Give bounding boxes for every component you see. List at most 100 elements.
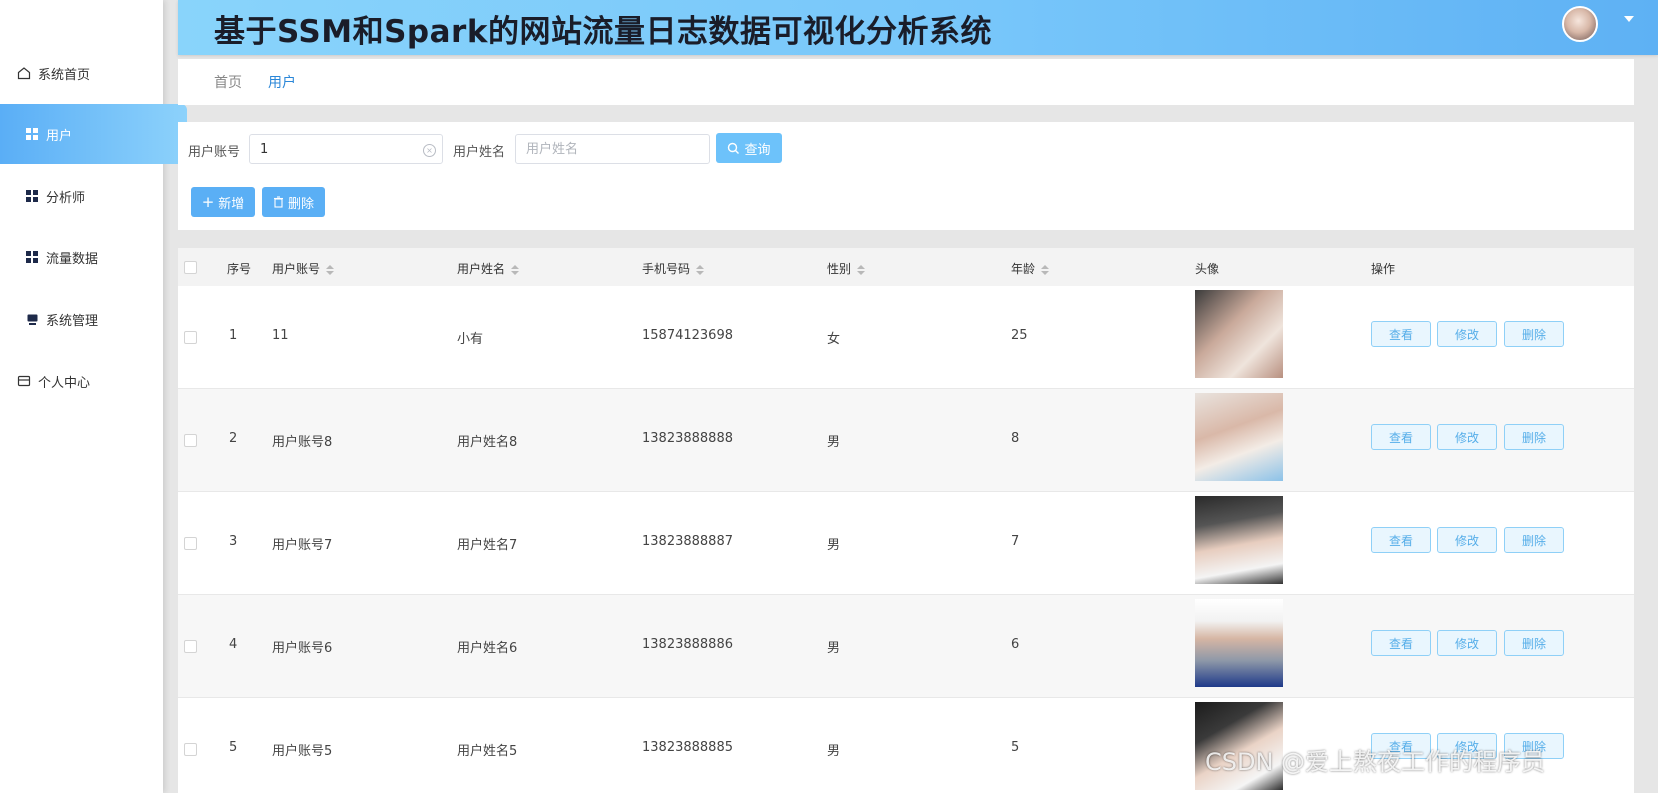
table-row: 2 用户账号8 用户姓名8 13823888888 男 8 查看 修改 删除	[178, 389, 1634, 492]
cell-name: 小有	[457, 332, 484, 347]
name-label: 用户姓名	[453, 145, 506, 160]
avatar-photo	[1195, 496, 1283, 584]
edit-button[interactable]: 修改	[1437, 527, 1497, 553]
cell-index: 4	[229, 637, 238, 652]
breadcrumb-current: 用户	[268, 75, 296, 91]
account-label: 用户账号	[188, 145, 241, 160]
sidebar-item-label: 系统首页	[38, 67, 91, 83]
cell-index: 1	[229, 328, 238, 343]
view-button[interactable]: 查看	[1371, 424, 1431, 450]
row-checkbox[interactable]	[184, 331, 197, 344]
name-search-input[interactable]	[515, 134, 710, 164]
sidebar-item-label: 个人中心	[38, 375, 91, 391]
table-row: 1 11 小有 15874123698 女 25 查看 修改 删除	[178, 286, 1634, 389]
sidebar-item-label: 系统管理	[46, 313, 99, 329]
cell-gender: 男	[827, 744, 841, 759]
cell-index: 5	[229, 740, 238, 755]
add-button-label: 新增	[218, 196, 245, 212]
delete-button[interactable]: 删除	[262, 187, 325, 217]
account-search-input[interactable]	[249, 134, 443, 164]
sort-icon[interactable]	[857, 264, 866, 275]
edit-button[interactable]: 修改	[1437, 424, 1497, 450]
breadcrumb: 首页 用户	[178, 59, 1634, 105]
cell-name: 用户姓名6	[457, 641, 518, 656]
sidebar-item-traffic-data[interactable]: 流量数据	[0, 227, 187, 287]
sidebar-item-label: 分析师	[46, 190, 86, 206]
row-checkbox[interactable]	[184, 640, 197, 653]
delete-row-button[interactable]: 删除	[1504, 424, 1564, 450]
sidebar-item-label: 流量数据	[46, 251, 99, 267]
table-row: 4 用户账号6 用户姓名6 13823888886 男 6 查看 修改 删除	[178, 595, 1634, 698]
delete-row-button[interactable]: 删除	[1504, 630, 1564, 656]
search-icon	[728, 142, 740, 154]
select-all-checkbox[interactable]	[184, 261, 197, 274]
row-checkbox[interactable]	[184, 537, 197, 550]
sort-icon[interactable]	[326, 264, 335, 275]
cell-age: 25	[1011, 328, 1028, 343]
col-phone-label: 手机号码	[642, 262, 691, 276]
view-button[interactable]: 查看	[1371, 527, 1431, 553]
cell-account: 用户账号7	[272, 538, 333, 553]
col-account-label: 用户账号	[272, 262, 321, 276]
grid-icon	[24, 126, 40, 142]
delete-row-button[interactable]: 删除	[1504, 527, 1564, 553]
col-phone[interactable]: 手机号码	[642, 260, 705, 277]
table-header: 序号 用户账号 用户姓名 手机号码 性别 年龄 头像 操作	[178, 248, 1634, 286]
cell-account: 用户账号5	[272, 744, 333, 759]
user-avatar[interactable]	[1562, 6, 1598, 42]
watermark: CSDN @爱上熬夜工作的程序员	[1205, 748, 1546, 776]
sidebar-item-system-management[interactable]: 系统管理	[0, 289, 187, 349]
col-actions: 操作	[1371, 262, 1396, 276]
view-button[interactable]: 查看	[1371, 630, 1431, 656]
cell-phone: 13823888886	[642, 637, 733, 652]
edit-button[interactable]: 修改	[1437, 630, 1497, 656]
home-icon	[16, 65, 32, 81]
col-gender-label: 性别	[827, 262, 852, 276]
cell-phone: 13823888888	[642, 431, 733, 446]
sidebar-item-personal-center[interactable]: 个人中心	[0, 351, 179, 411]
top-header: 基于SSM和Spark的网站流量日志数据可视化分析系统	[178, 0, 1658, 55]
query-button[interactable]: 查询	[716, 133, 782, 163]
col-index: 序号	[227, 262, 252, 276]
col-name[interactable]: 用户姓名	[457, 260, 520, 277]
sort-icon[interactable]	[1041, 264, 1050, 275]
cell-account: 11	[272, 328, 289, 343]
cell-name: 用户姓名7	[457, 538, 518, 553]
delete-row-button[interactable]: 删除	[1504, 321, 1564, 347]
cell-index: 2	[229, 431, 238, 446]
row-checkbox[interactable]	[184, 434, 197, 447]
col-gender[interactable]: 性别	[827, 260, 866, 277]
delete-button-label: 删除	[287, 196, 314, 212]
sort-icon[interactable]	[696, 264, 705, 275]
edit-button[interactable]: 修改	[1437, 321, 1497, 347]
avatar-photo	[1195, 393, 1283, 481]
cell-account: 用户账号6	[272, 641, 333, 656]
sidebar-item-home[interactable]: 系统首页	[0, 43, 179, 103]
cell-age: 6	[1011, 637, 1020, 652]
col-name-label: 用户姓名	[457, 262, 506, 276]
plus-icon: +	[201, 193, 215, 211]
view-button[interactable]: 查看	[1371, 321, 1431, 347]
cell-gender: 男	[827, 641, 841, 656]
cell-name: 用户姓名8	[457, 435, 518, 450]
sort-icon[interactable]	[511, 264, 520, 275]
col-account[interactable]: 用户账号	[272, 260, 335, 277]
cell-phone: 15874123698	[642, 328, 733, 343]
monitor-icon	[24, 311, 40, 327]
chevron-down-icon[interactable]	[1624, 16, 1634, 22]
grid-icon	[24, 249, 40, 265]
col-age[interactable]: 年龄	[1011, 260, 1050, 277]
card-icon	[16, 373, 32, 389]
avatar-photo	[1195, 290, 1283, 378]
row-checkbox[interactable]	[184, 743, 197, 756]
query-button-label: 查询	[744, 142, 771, 158]
user-table: 序号 用户账号 用户姓名 手机号码 性别 年龄 头像 操作 1 11 小有 15…	[178, 248, 1634, 793]
clear-icon[interactable]: ×	[423, 144, 436, 157]
col-avatar: 头像	[1195, 262, 1220, 276]
sidebar-item-users[interactable]: 用户	[0, 104, 187, 164]
add-button[interactable]: + 新增	[191, 187, 255, 217]
breadcrumb-home[interactable]: 首页	[214, 72, 242, 92]
sidebar-item-analyst[interactable]: 分析师	[0, 166, 187, 226]
sidebar: 系统首页 用户 分析师 流量数据 系统管理 个人中心	[0, 0, 187, 793]
cell-age: 5	[1011, 740, 1020, 755]
